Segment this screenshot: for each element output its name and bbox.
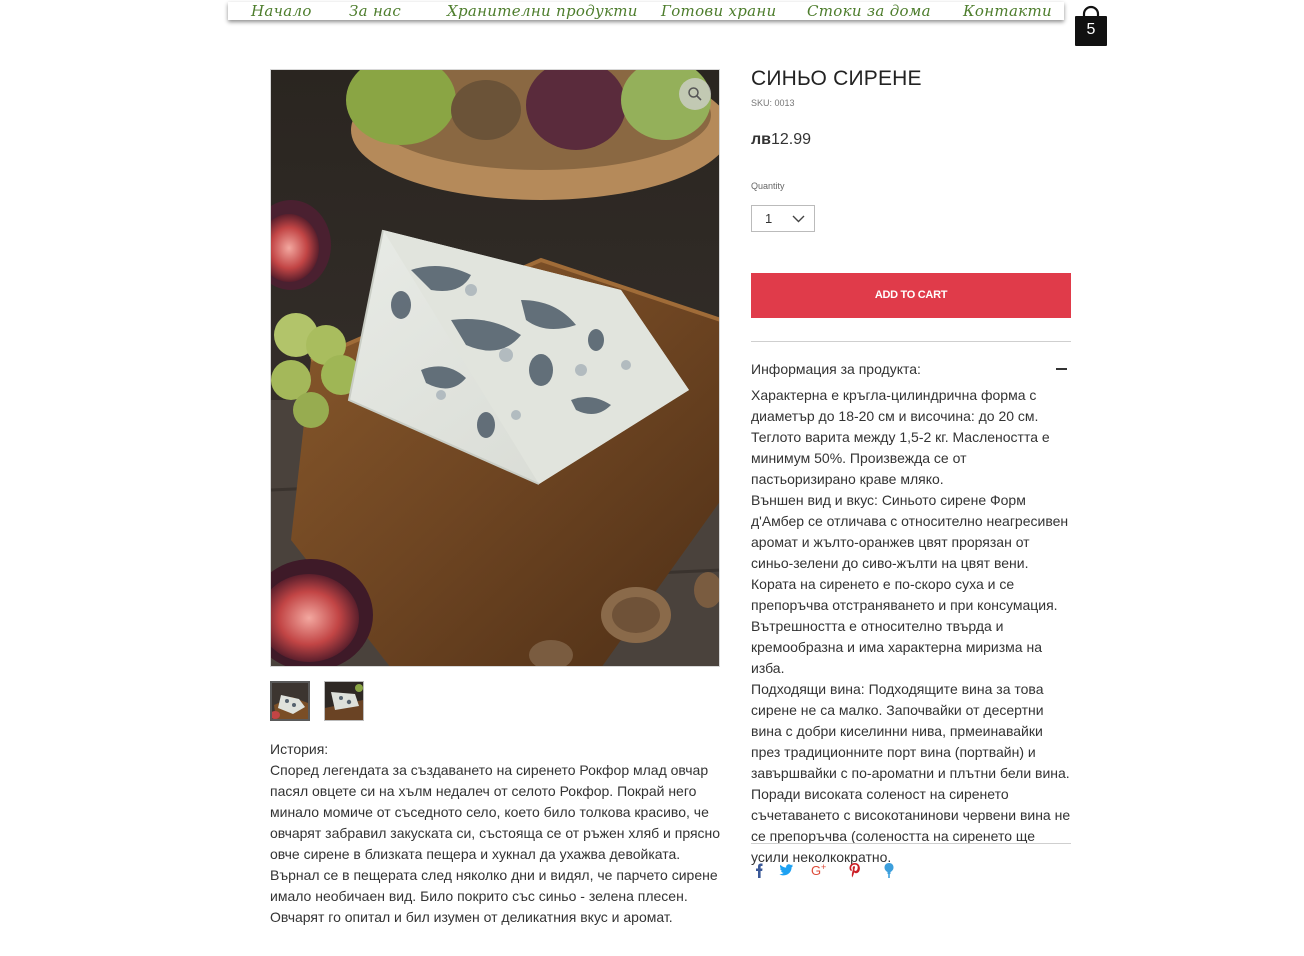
share-fancy[interactable] bbox=[880, 861, 898, 879]
share-twitter[interactable] bbox=[777, 861, 795, 879]
svg-text:+: + bbox=[821, 862, 826, 872]
product-main-image[interactable] bbox=[270, 69, 720, 667]
share-google-plus[interactable]: G + bbox=[811, 861, 829, 879]
product-sku: SKU: 0013 bbox=[751, 98, 795, 108]
product-info-title[interactable]: Информация за продукта: bbox=[751, 361, 921, 377]
quantity-label: Quantity bbox=[751, 181, 785, 191]
share-pinterest[interactable] bbox=[846, 861, 864, 879]
cheese-thumbnail-2 bbox=[325, 682, 363, 720]
twitter-icon bbox=[779, 864, 793, 876]
thumbnail-2[interactable] bbox=[324, 681, 364, 721]
chevron-down-icon bbox=[792, 215, 805, 223]
divider-top bbox=[751, 341, 1071, 342]
pinterest-icon bbox=[849, 863, 860, 878]
quantity-value: 1 bbox=[765, 211, 773, 226]
zoom-button[interactable] bbox=[679, 78, 711, 110]
price-amount: 12.99 bbox=[771, 131, 812, 148]
history-heading: История: bbox=[270, 741, 329, 757]
nav-item-about[interactable]: За нас bbox=[349, 2, 401, 20]
nav-item-home[interactable]: Начало bbox=[251, 2, 312, 20]
nav-item-home-goods[interactable]: Стоки за дома bbox=[807, 2, 931, 20]
fancy-icon bbox=[884, 863, 894, 878]
cheese-thumbnail-1 bbox=[272, 683, 308, 719]
magnifier-icon bbox=[688, 87, 702, 101]
cart-button[interactable]: 5 bbox=[1074, 5, 1108, 47]
description-paragraph-3: Подходящи вина: Подходящите вина за това… bbox=[751, 681, 1071, 865]
thumbnail-1[interactable] bbox=[270, 681, 310, 721]
product-title: СИНЬО СИРЕНЕ bbox=[751, 67, 922, 90]
product-price: лв12.99 bbox=[751, 131, 811, 149]
description-paragraph-1: Характерна е кръгла-цилиндрична форма с … bbox=[751, 387, 1050, 487]
collapse-minus-icon[interactable] bbox=[1056, 368, 1067, 370]
svg-text:G: G bbox=[811, 863, 821, 878]
nav-item-ready-meals[interactable]: Готови храни bbox=[661, 2, 777, 20]
price-currency: лв bbox=[751, 131, 771, 148]
top-navigation: Начало За нас Хранителни продукти Готови… bbox=[228, 2, 1064, 20]
history-text: Според легендата за създаването на сирен… bbox=[270, 762, 721, 925]
blue-cheese-photo bbox=[271, 70, 719, 666]
quantity-select[interactable]: 1 bbox=[751, 205, 815, 232]
product-history: История: Според легендата за създаването… bbox=[270, 739, 722, 928]
add-to-cart-button[interactable]: ADD TO CART bbox=[751, 273, 1071, 318]
share-facebook[interactable] bbox=[751, 861, 769, 879]
description-paragraph-2: Външен вид и вкус: Синьото сирене Форм д… bbox=[751, 492, 1069, 676]
google-plus-icon: G + bbox=[811, 862, 826, 878]
facebook-icon bbox=[756, 863, 763, 878]
product-description: Характерна е кръгла-цилиндрична форма с … bbox=[751, 385, 1073, 868]
cart-count-badge: 5 bbox=[1086, 21, 1096, 38]
nav-item-food-products[interactable]: Хранителни продукти bbox=[447, 2, 638, 20]
divider-bottom bbox=[751, 843, 1071, 844]
nav-item-contacts[interactable]: Контакти bbox=[963, 2, 1052, 20]
